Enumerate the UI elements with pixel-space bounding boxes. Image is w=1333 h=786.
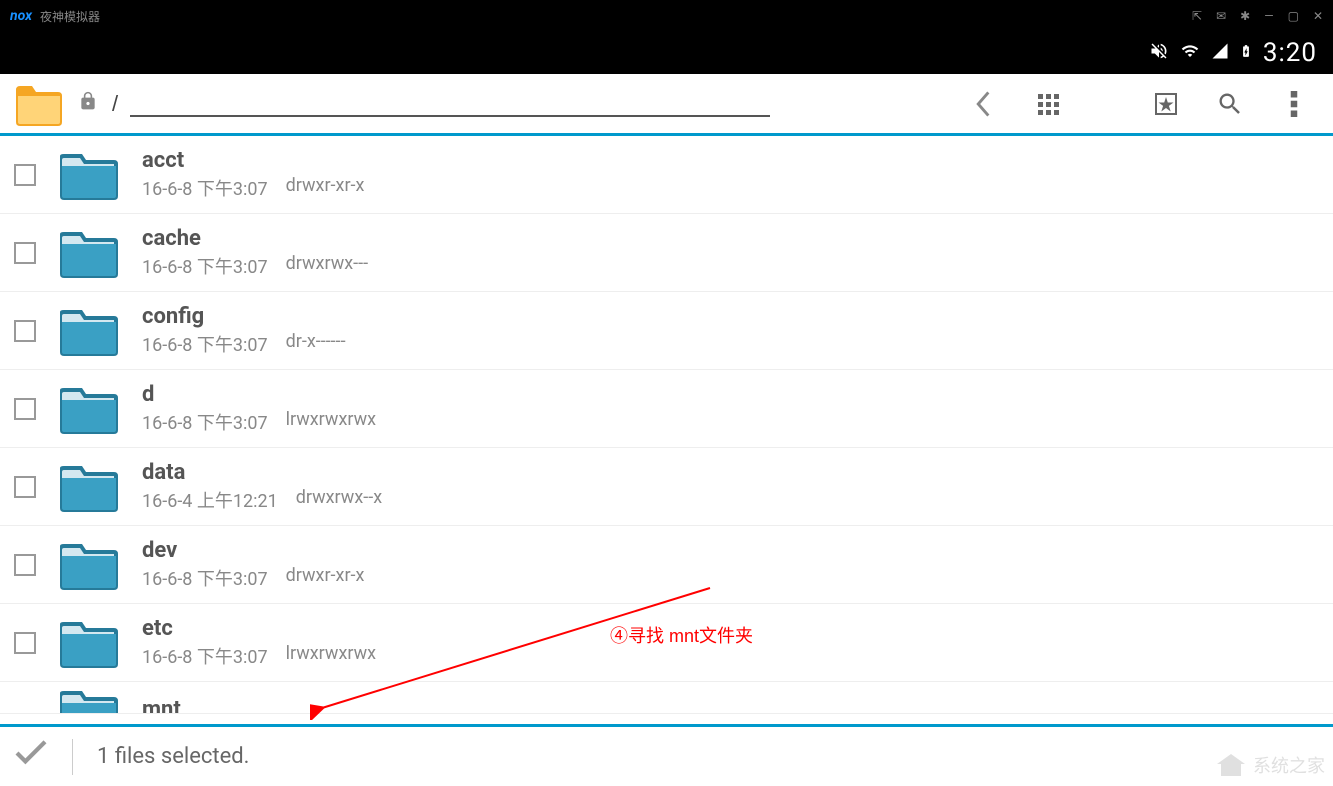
- file-name: d: [142, 382, 376, 407]
- file-permissions: drwxr-xr-x: [286, 175, 365, 201]
- folder-icon: [56, 616, 122, 670]
- status-time: 3:20: [1263, 38, 1317, 68]
- folder-icon: [56, 460, 122, 514]
- folder-icon: [56, 226, 122, 280]
- selection-bar: 1 files selected.: [0, 724, 1333, 786]
- app-folder-icon[interactable]: [14, 82, 64, 126]
- file-name: dev: [142, 538, 364, 563]
- file-info: cache 16-6-8 下午3:07 drwxrwx---: [142, 226, 368, 279]
- file-permissions: drwxrwx--x: [296, 487, 382, 513]
- path-underline: [130, 115, 770, 117]
- watermark-text: 系统之家: [1253, 752, 1325, 778]
- file-checkbox[interactable]: [14, 320, 36, 342]
- lock-icon[interactable]: [78, 89, 98, 118]
- file-meta: 16-6-8 下午3:07 drwxr-xr-x: [142, 175, 364, 201]
- gear-icon[interactable]: ✱: [1240, 9, 1250, 23]
- file-row[interactable]: mnt: [0, 682, 1333, 714]
- file-name: cache: [142, 226, 368, 251]
- file-date: 16-6-4 上午12:21: [142, 487, 278, 513]
- pin-icon[interactable]: ⇱: [1192, 9, 1202, 23]
- file-date: 16-6-8 下午3:07: [142, 331, 268, 357]
- overflow-menu-icon[interactable]: [1269, 91, 1319, 117]
- search-icon[interactable]: [1205, 90, 1255, 118]
- window-titlebar: nox 夜神模拟器 ⇱ ✉ ✱ — ▢ ✕: [0, 0, 1333, 32]
- file-permissions: drwxrwx---: [286, 253, 369, 279]
- path-text: /: [112, 91, 118, 117]
- watermark: 系统之家: [1215, 752, 1325, 778]
- file-row[interactable]: dev 16-6-8 下午3:07 drwxr-xr-x: [0, 526, 1333, 604]
- file-checkbox[interactable]: [14, 164, 36, 186]
- file-row[interactable]: cache 16-6-8 下午3:07 drwxrwx---: [0, 214, 1333, 292]
- folder-icon: [56, 685, 122, 715]
- file-date: 16-6-8 下午3:07: [142, 643, 268, 669]
- file-name: etc: [142, 616, 376, 641]
- folder-icon: [56, 382, 122, 436]
- divider: [72, 739, 73, 775]
- window-title: 夜神模拟器: [40, 8, 1192, 25]
- file-manager-toolbar: /: [0, 74, 1333, 136]
- file-name: config: [142, 304, 346, 329]
- file-meta: 16-6-4 上午12:21 drwxrwx--x: [142, 487, 382, 513]
- file-info: config 16-6-8 下午3:07 dr-x------: [142, 304, 346, 357]
- file-date: 16-6-8 下午3:07: [142, 565, 268, 591]
- file-checkbox[interactable]: [14, 554, 36, 576]
- file-row[interactable]: config 16-6-8 下午3:07 dr-x------: [0, 292, 1333, 370]
- folder-icon: [56, 304, 122, 358]
- instruction-annotation: ④寻找 mnt文件夹: [610, 622, 753, 648]
- path-bar[interactable]: /: [112, 91, 945, 117]
- file-permissions: dr-x------: [286, 331, 346, 357]
- file-permissions: drwxr-xr-x: [286, 565, 365, 591]
- file-row[interactable]: acct 16-6-8 下午3:07 drwxr-xr-x: [0, 136, 1333, 214]
- file-info: acct 16-6-8 下午3:07 drwxr-xr-x: [142, 148, 364, 201]
- file-info: d 16-6-8 下午3:07 lrwxrwxrwx: [142, 382, 376, 435]
- nox-logo: nox: [10, 8, 32, 24]
- file-meta: 16-6-8 下午3:07 dr-x------: [142, 331, 346, 357]
- file-info: dev 16-6-8 下午3:07 drwxr-xr-x: [142, 538, 364, 591]
- file-name: data: [142, 460, 382, 485]
- file-name: mnt: [142, 697, 181, 714]
- file-info: etc 16-6-8 下午3:07 lrwxrwxrwx: [142, 616, 376, 669]
- grid-view-icon[interactable]: [1023, 92, 1073, 116]
- file-meta: 16-6-8 下午3:07 drwxr-xr-x: [142, 565, 364, 591]
- file-meta: 16-6-8 下午3:07 drwxrwx---: [142, 253, 368, 279]
- maximize-icon[interactable]: ▢: [1288, 9, 1299, 23]
- signal-icon: [1211, 42, 1229, 65]
- file-checkbox[interactable]: [14, 476, 36, 498]
- android-statusbar: 3:20: [0, 32, 1333, 74]
- file-checkbox[interactable]: [14, 398, 36, 420]
- titlebar-controls: ⇱ ✉ ✱ — ▢ ✕: [1192, 9, 1323, 23]
- file-info: mnt: [142, 682, 181, 714]
- file-info: data 16-6-4 上午12:21 drwxrwx--x: [142, 460, 382, 513]
- file-row[interactable]: data 16-6-4 上午12:21 drwxrwx--x: [0, 448, 1333, 526]
- file-date: 16-6-8 下午3:07: [142, 253, 268, 279]
- file-checkbox[interactable]: [14, 242, 36, 264]
- selection-text: 1 files selected.: [97, 744, 249, 769]
- file-row[interactable]: d 16-6-8 下午3:07 lrwxrwxrwx: [0, 370, 1333, 448]
- file-permissions: lrwxrwxrwx: [286, 409, 377, 435]
- battery-charging-icon: [1239, 40, 1253, 67]
- back-icon[interactable]: [959, 91, 1009, 117]
- file-date: 16-6-8 下午3:07: [142, 409, 268, 435]
- close-icon[interactable]: ✕: [1313, 9, 1323, 23]
- bookmark-icon[interactable]: [1141, 92, 1191, 116]
- check-icon[interactable]: [14, 739, 48, 774]
- file-date: 16-6-8 下午3:07: [142, 175, 268, 201]
- minimize-icon[interactable]: —: [1264, 9, 1273, 23]
- file-permissions: lrwxrwxrwx: [286, 643, 377, 669]
- wifi-icon: [1179, 42, 1201, 65]
- file-meta: 16-6-8 下午3:07 lrwxrwxrwx: [142, 643, 376, 669]
- folder-icon: [56, 148, 122, 202]
- folder-icon: [56, 538, 122, 592]
- file-name: acct: [142, 148, 364, 173]
- file-checkbox[interactable]: [14, 632, 36, 654]
- mute-icon: [1149, 41, 1169, 66]
- mail-icon[interactable]: ✉: [1216, 9, 1226, 23]
- file-meta: 16-6-8 下午3:07 lrwxrwxrwx: [142, 409, 376, 435]
